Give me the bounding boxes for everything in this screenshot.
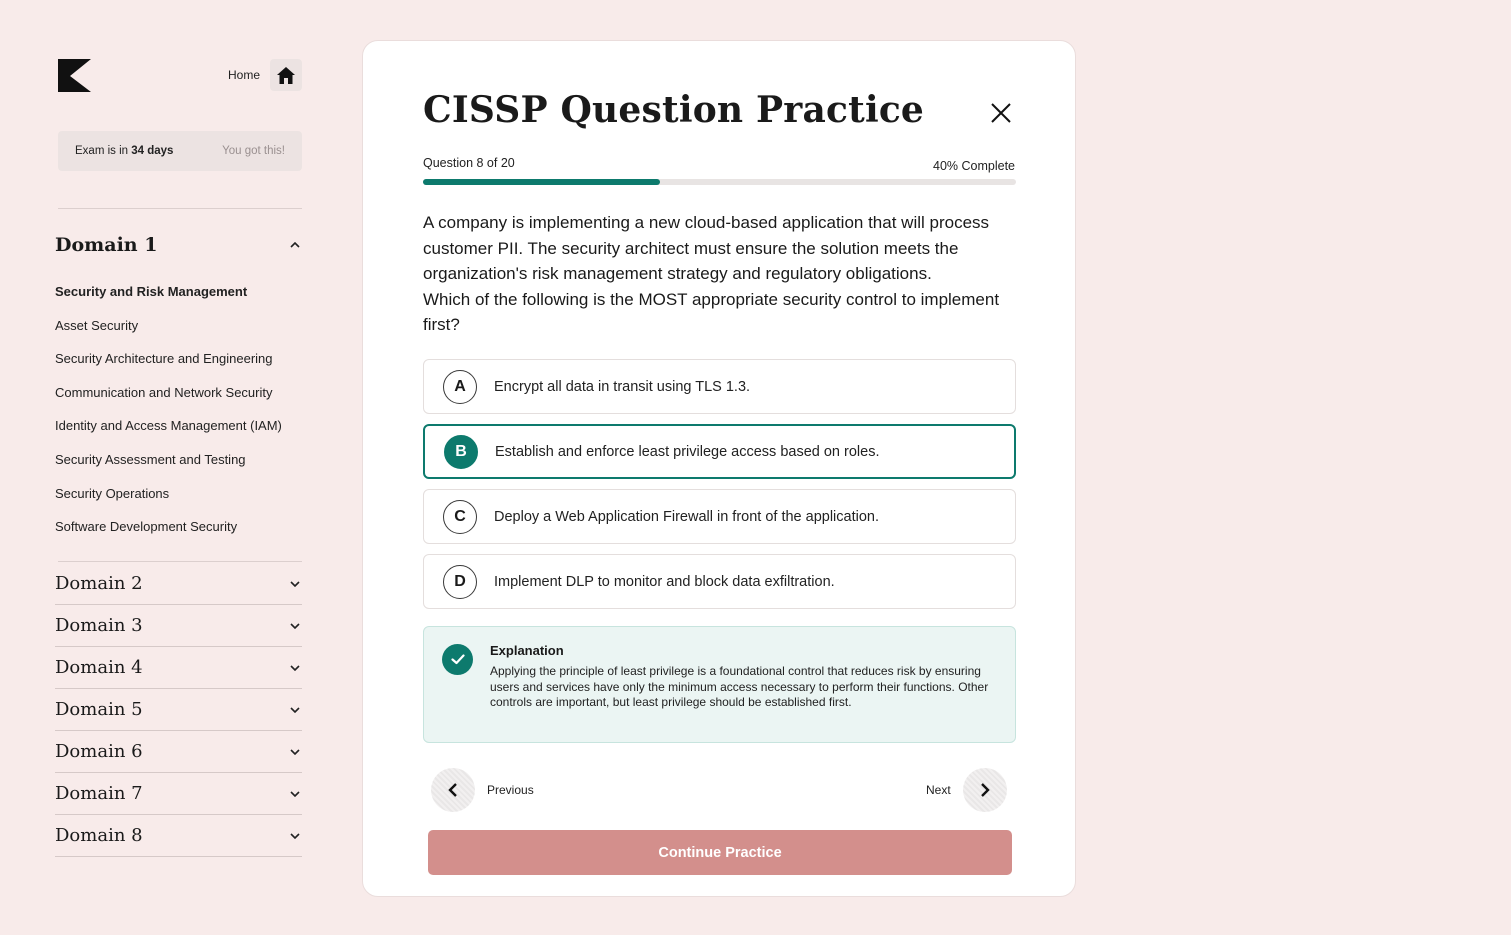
answer-option-c[interactable]: C Deploy a Web Application Firewall in f…	[423, 489, 1016, 544]
home-icon	[277, 66, 295, 84]
previous-button[interactable]	[431, 768, 475, 812]
progress-bar-fill	[423, 179, 661, 185]
exam-days: 34 days	[131, 145, 174, 157]
domain-7-row[interactable]: Domain 7	[55, 773, 302, 815]
explanation-title: Explanation	[490, 643, 564, 658]
chevron-up-icon	[288, 238, 302, 252]
brand-logo[interactable]	[58, 59, 91, 92]
sidebar-divider	[58, 561, 302, 562]
topic-identity-access-management[interactable]: Identity and Access Management (IAM)	[55, 417, 302, 451]
chevron-down-icon	[288, 787, 302, 801]
topic-security-architecture[interactable]: Security Architecture and Engineering	[55, 350, 302, 384]
answer-option-a[interactable]: A Encrypt all data in transit using TLS …	[423, 359, 1016, 414]
domain-6-title: Domain 6	[55, 741, 143, 762]
domain-1-header[interactable]: Domain 1	[55, 234, 302, 256]
option-text: Establish and enforce least privilege ac…	[495, 443, 880, 460]
chevron-left-icon	[448, 783, 457, 797]
progress-bar	[423, 179, 1016, 185]
chevron-down-icon	[288, 703, 302, 717]
domain-7-title: Domain 7	[55, 783, 143, 804]
chevron-down-icon	[288, 661, 302, 675]
question-text: A company is implementing a new cloud-ba…	[423, 210, 1023, 338]
answer-option-d[interactable]: D Implement DLP to monitor and block dat…	[423, 554, 1016, 609]
domain-3-row[interactable]: Domain 3	[55, 605, 302, 647]
exam-countdown-text: Exam is in 34 days	[75, 145, 174, 157]
encouragement-text: You got this!	[222, 145, 285, 157]
option-text: Deploy a Web Application Firewall in fro…	[494, 508, 880, 525]
domain-2-row[interactable]: Domain 2	[55, 563, 302, 605]
question-scenario: A company is implementing a new cloud-ba…	[423, 213, 990, 283]
topic-communication-network-security[interactable]: Communication and Network Security	[55, 384, 302, 418]
explanation-body: Applying the principle of least privileg…	[490, 664, 989, 709]
question-counter: Question 8 of 20	[423, 156, 515, 170]
domain-6-row[interactable]: Domain 6	[55, 731, 302, 773]
option-letter-badge: C	[443, 499, 477, 534]
home-button[interactable]	[270, 59, 302, 91]
domain-3-title: Domain 3	[55, 615, 143, 636]
previous-label[interactable]: Previous	[487, 783, 534, 797]
domain-2-title: Domain 2	[55, 573, 143, 594]
domain-8-title: Domain 8	[55, 825, 143, 846]
domain-4-title: Domain 4	[55, 657, 143, 678]
topic-security-and-risk-management[interactable]: Security and Risk Management	[55, 283, 302, 317]
exam-countdown-banner: Exam is in 34 days You got this!	[58, 131, 302, 171]
continue-practice-button[interactable]: Continue Practice	[428, 830, 1012, 875]
topic-software-development-security[interactable]: Software Development Security	[55, 518, 302, 552]
question-card: CISSP Question Practice Question 8 of 20…	[362, 40, 1076, 897]
option-letter-badge: D	[443, 564, 477, 599]
check-circle-icon	[442, 644, 473, 675]
chevron-down-icon	[288, 745, 302, 759]
next-button[interactable]	[963, 768, 1007, 812]
option-letter-badge: A	[443, 369, 477, 404]
home-link-label[interactable]: Home	[228, 68, 260, 82]
topic-security-operations[interactable]: Security Operations	[55, 485, 302, 519]
next-label[interactable]: Next	[926, 783, 951, 797]
domain-5-title: Domain 5	[55, 699, 143, 720]
chevron-down-icon	[288, 619, 302, 633]
topic-security-assessment-testing[interactable]: Security Assessment and Testing	[55, 451, 302, 485]
explanation-panel: Explanation Applying the principle of le…	[423, 626, 1016, 743]
progress-percent-label: 40% Complete	[933, 159, 1015, 173]
page-title: CISSP Question Practice	[423, 89, 925, 131]
domain-1-topic-list: Security and Risk Management Asset Secur…	[55, 283, 302, 552]
option-text: Encrypt all data in transit using TLS 1.…	[494, 378, 751, 395]
chevron-down-icon	[288, 577, 302, 591]
close-icon	[991, 103, 1011, 123]
question-prompt: Which of the following is the MOST appro…	[423, 289, 1000, 335]
close-button[interactable]	[989, 101, 1013, 125]
domain-5-row[interactable]: Domain 5	[55, 689, 302, 731]
domain-4-row[interactable]: Domain 4	[55, 647, 302, 689]
chevron-right-icon	[981, 783, 990, 797]
sidebar-divider	[58, 208, 302, 209]
domain-8-row[interactable]: Domain 8	[55, 815, 302, 857]
option-text: Implement DLP to monitor and block data …	[494, 573, 835, 590]
domain-1-title: Domain 1	[55, 234, 158, 256]
answer-option-b[interactable]: B Establish and enforce least privilege …	[423, 424, 1016, 479]
topic-asset-security[interactable]: Asset Security	[55, 317, 302, 351]
chevron-down-icon	[288, 829, 302, 843]
option-letter-badge: B	[444, 434, 478, 469]
